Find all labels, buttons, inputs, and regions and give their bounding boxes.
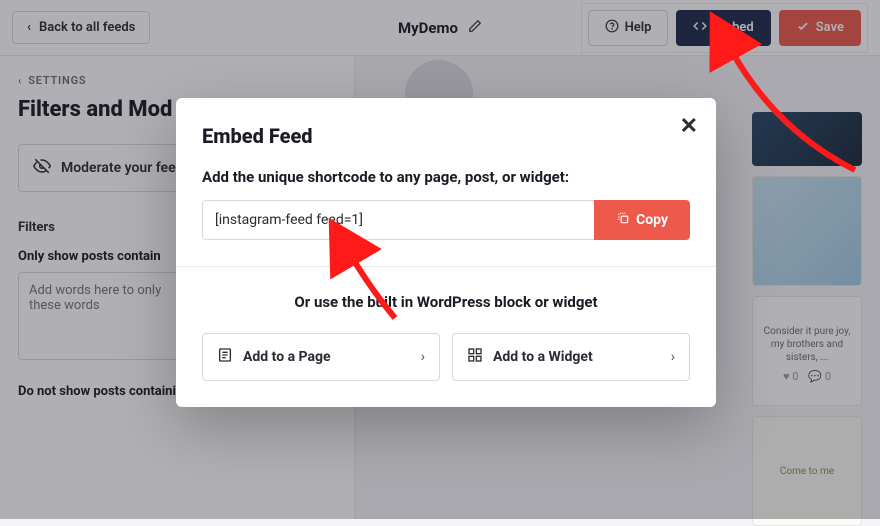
copy-button[interactable]: Copy (594, 200, 690, 240)
chevron-right-icon: › (421, 349, 425, 365)
shortcode-row: Copy (202, 200, 690, 240)
page-icon (217, 347, 233, 367)
close-icon[interactable]: ✕ (680, 114, 698, 139)
add-widget-label: Add to a Widget (493, 349, 593, 365)
add-to-widget-button[interactable]: Add to a Widget › (452, 333, 690, 381)
add-page-label: Add to a Page (243, 349, 331, 365)
divider (176, 266, 716, 267)
modal-actions: Add to a Page › Add to a Widget › (202, 333, 690, 381)
embed-modal: ✕ Embed Feed Add the unique shortcode to… (176, 98, 716, 407)
modal-subtitle: Add the unique shortcode to any page, po… (202, 168, 690, 186)
copy-label: Copy (636, 212, 668, 228)
modal-or-text: Or use the built in WordPress block or w… (202, 293, 690, 311)
chevron-right-icon: › (671, 349, 675, 365)
grid-icon (467, 347, 483, 367)
shortcode-input[interactable] (202, 200, 594, 240)
copy-icon (616, 211, 630, 229)
modal-title: Embed Feed (202, 124, 690, 148)
add-to-page-button[interactable]: Add to a Page › (202, 333, 440, 381)
